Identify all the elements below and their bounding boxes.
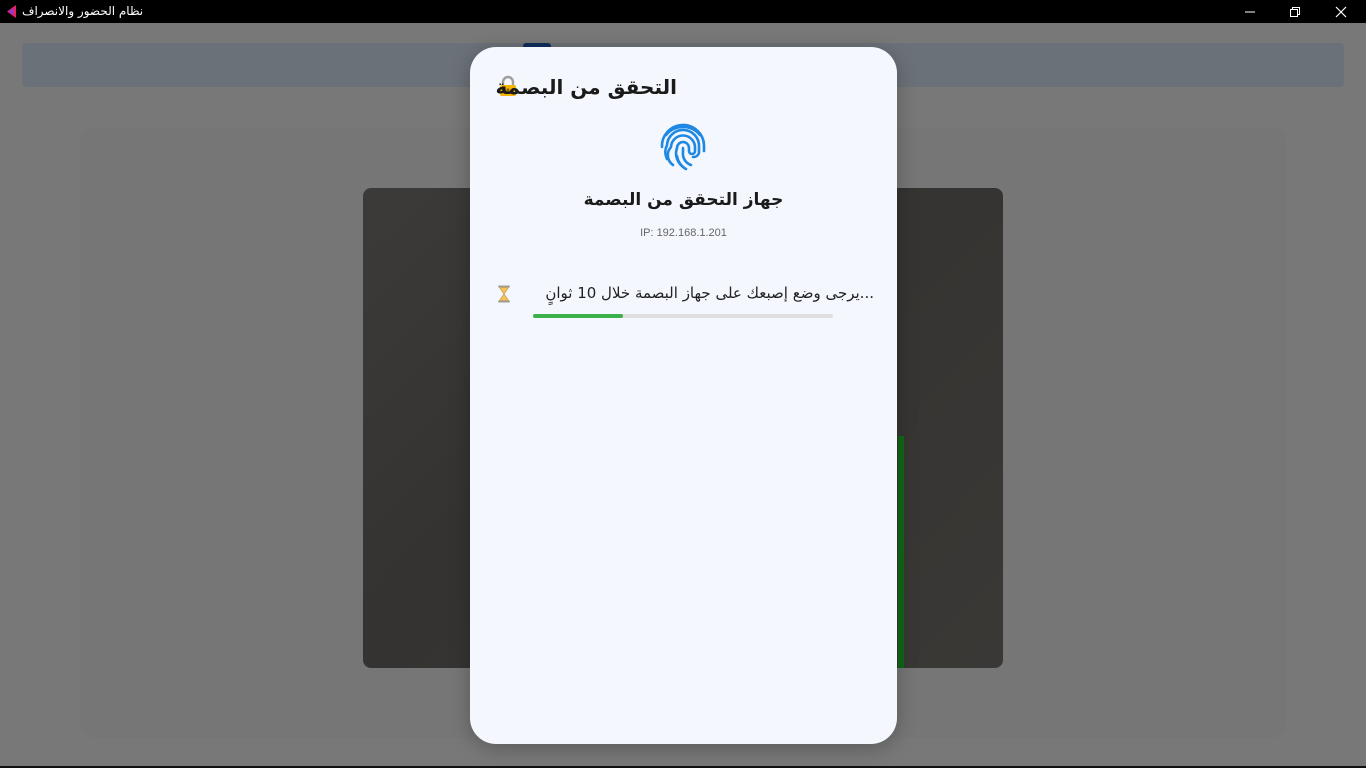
maximize-icon bbox=[1290, 6, 1300, 17]
minimize-button[interactable] bbox=[1227, 0, 1273, 23]
hourglass-icon bbox=[498, 285, 510, 303]
fingerprint-dialog: التحقق من البصمة جهاز التحقق من البصمة I… bbox=[470, 47, 897, 744]
app-logo-icon bbox=[7, 5, 16, 18]
progress-fill bbox=[533, 314, 623, 318]
device-name: جهاز التحقق من البصمة bbox=[583, 190, 784, 210]
status-message: ...يرجى وضع إصبعك على جهاز البصمة خلال 1… bbox=[545, 284, 874, 302]
minimize-icon bbox=[1245, 11, 1255, 12]
close-icon bbox=[1335, 6, 1347, 17]
status-row: ...يرجى وضع إصبعك على جهاز البصمة خلال 1… bbox=[496, 284, 874, 306]
close-button[interactable] bbox=[1318, 0, 1364, 23]
device-ip: IP: 192.168.1.201 bbox=[640, 227, 727, 239]
window-title: نظام الحضور والانصراف bbox=[22, 4, 144, 18]
dialog-title: التحقق من البصمة bbox=[495, 75, 677, 99]
title-bar[interactable]: نظام الحضور والانصراف bbox=[0, 0, 1366, 23]
timeout-progress-bar bbox=[533, 314, 833, 318]
maximize-button[interactable] bbox=[1272, 0, 1318, 23]
fingerprint-icon bbox=[660, 123, 706, 171]
